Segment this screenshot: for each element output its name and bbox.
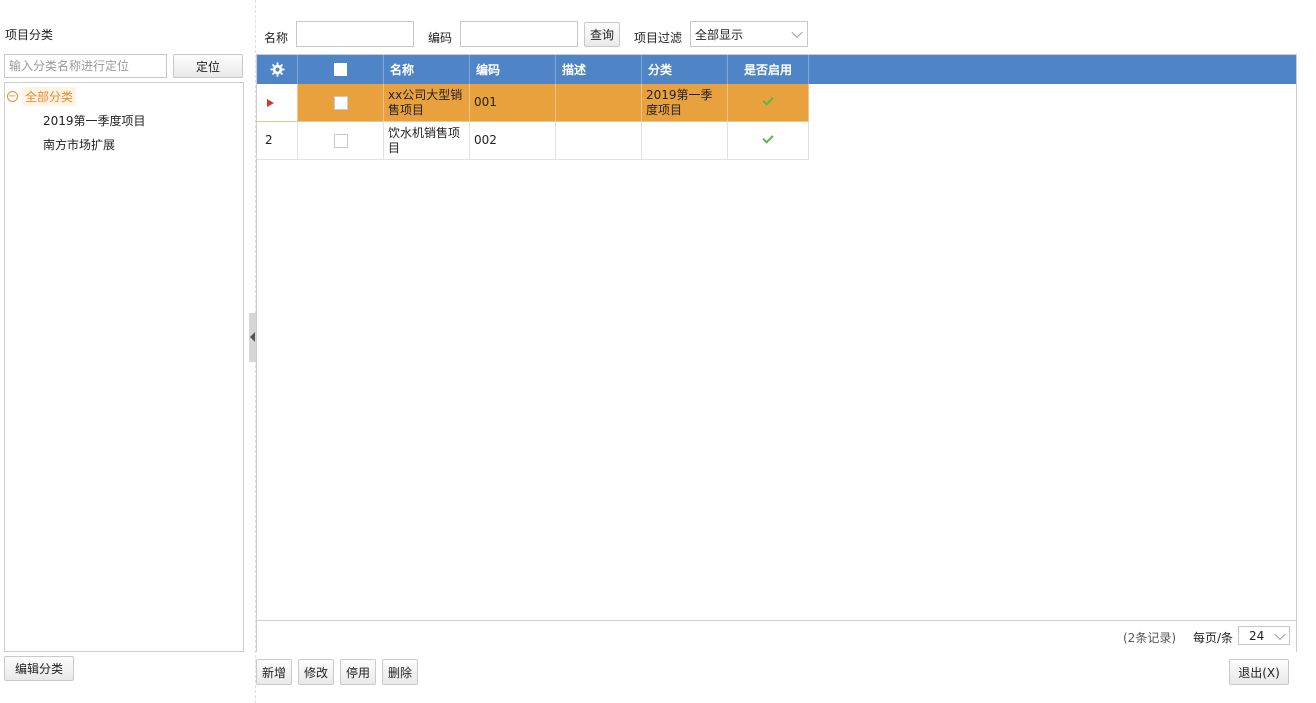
- grid-header: 名称 编码 描述 分类 是否启用: [257, 55, 1296, 84]
- select-all-cell: [298, 55, 384, 84]
- row-checkbox-cell: [298, 84, 384, 122]
- table-row[interactable]: xx公司大型销售项目 001 2019第一季度项目: [257, 84, 809, 122]
- row-indicator-cell: [257, 84, 298, 122]
- exit-button[interactable]: 退出(X): [1229, 659, 1289, 685]
- tree-node-label[interactable]: 全部分类: [22, 87, 77, 106]
- project-filter-value: 全部显示: [695, 27, 744, 42]
- check-icon: [762, 131, 774, 144]
- project-grid: 名称 编码 描述 分类 是否启用 xx公司大型销售项目 001 2019第一季度…: [256, 54, 1297, 652]
- edit-button[interactable]: 修改: [298, 659, 334, 685]
- cell-desc[interactable]: [556, 122, 642, 160]
- cell-enabled[interactable]: [728, 122, 809, 160]
- select-all-checkbox[interactable]: [334, 63, 347, 76]
- arrow-left-icon: [250, 332, 255, 342]
- table-row[interactable]: 2 饮水机销售项目 002: [257, 122, 809, 160]
- query-button[interactable]: 查询: [584, 22, 620, 47]
- code-filter-label: 编码: [428, 31, 453, 45]
- cell-name[interactable]: xx公司大型销售项目: [384, 84, 470, 122]
- collapse-icon[interactable]: −: [7, 91, 18, 102]
- row-checkbox-cell: [298, 122, 384, 160]
- delete-button[interactable]: 删除: [382, 659, 418, 685]
- current-row-arrow-icon: [267, 98, 274, 107]
- locate-button[interactable]: 定位: [173, 54, 243, 78]
- per-page-label: 每页/条: [1193, 631, 1234, 645]
- cell-enabled[interactable]: [728, 84, 809, 122]
- column-header-code[interactable]: 编码: [470, 55, 556, 84]
- row-number: 2: [257, 122, 298, 160]
- cell-desc[interactable]: [556, 84, 642, 122]
- edit-category-button[interactable]: 编辑分类: [4, 656, 74, 681]
- category-panel-title: 项目分类: [5, 28, 54, 42]
- name-filter-input[interactable]: [296, 21, 414, 47]
- row-checkbox[interactable]: [333, 133, 348, 148]
- gear-icon[interactable]: [269, 62, 285, 77]
- column-settings[interactable]: [257, 55, 298, 84]
- code-filter-input[interactable]: [460, 21, 578, 47]
- chevron-down-icon: [1274, 628, 1286, 640]
- add-button[interactable]: 新增: [256, 659, 292, 685]
- per-page-select[interactable]: 24: [1238, 626, 1290, 645]
- category-tree: − 全部分类 2019第一季度项目 南方市场扩展: [4, 82, 244, 652]
- cell-name[interactable]: 饮水机销售项目: [384, 122, 470, 160]
- cell-code[interactable]: 001: [470, 84, 556, 122]
- cell-category[interactable]: [642, 122, 728, 160]
- name-filter-label: 名称: [264, 31, 289, 45]
- tree-node-south-market[interactable]: 南方市场扩展: [43, 136, 115, 153]
- column-header-desc[interactable]: 描述: [556, 55, 642, 84]
- tree-node-all[interactable]: − 全部分类: [7, 87, 77, 106]
- category-search-input[interactable]: [4, 54, 167, 78]
- project-filter-label: 项目过滤: [634, 31, 683, 45]
- column-header-name[interactable]: 名称: [384, 55, 470, 84]
- column-header-category[interactable]: 分类: [642, 55, 728, 84]
- disable-button[interactable]: 停用: [340, 659, 376, 685]
- record-count: (2条记录): [1123, 631, 1176, 645]
- tree-node-2019-q1[interactable]: 2019第一季度项目: [43, 112, 146, 129]
- cell-code[interactable]: 002: [470, 122, 556, 160]
- chevron-down-icon: [791, 26, 803, 39]
- column-header-enabled[interactable]: 是否启用: [728, 55, 809, 84]
- check-icon: [762, 93, 774, 106]
- per-page-value: 24: [1249, 628, 1265, 643]
- row-checkbox[interactable]: [333, 95, 348, 110]
- collapse-splitter[interactable]: [249, 313, 256, 362]
- project-filter-select[interactable]: 全部显示: [690, 21, 808, 47]
- cell-category[interactable]: 2019第一季度项目: [642, 84, 728, 122]
- grid-pager: (2条记录) 每页/条 24: [257, 620, 1296, 652]
